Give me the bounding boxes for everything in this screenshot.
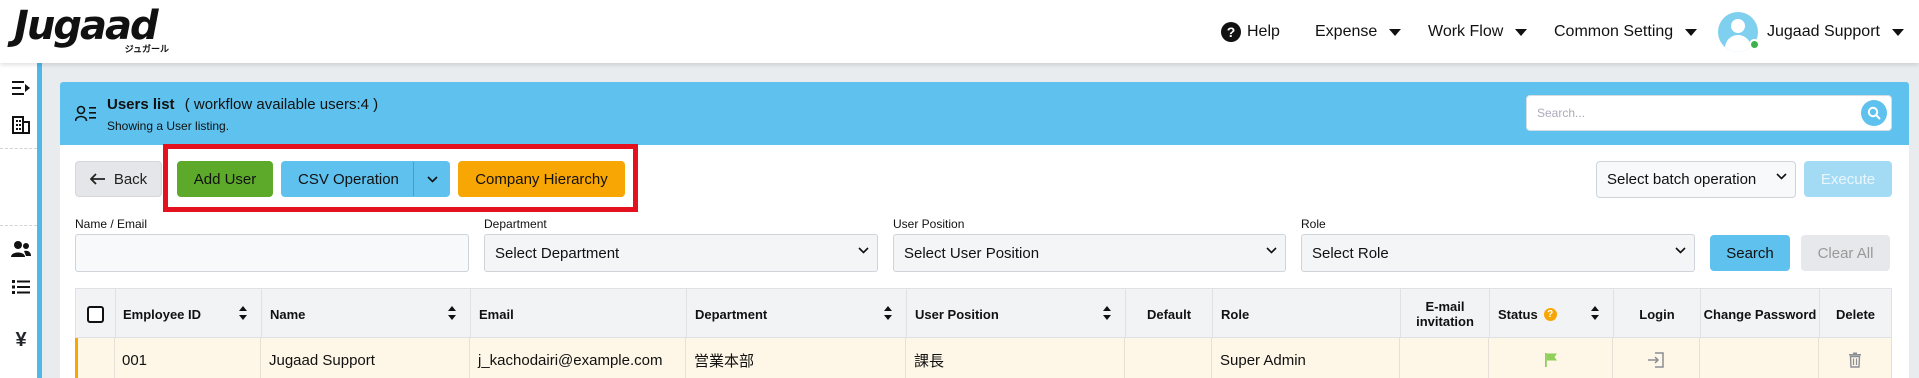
th-employee-id[interactable]: Employee ID (116, 289, 262, 339)
caret-down-icon (1389, 28, 1402, 36)
cell-status (1489, 338, 1613, 378)
common-setting-label: Common Setting (1554, 23, 1674, 40)
yen-icon[interactable]: ¥ (10, 329, 32, 351)
batch-operation-select[interactable]: Select batch operation (1596, 161, 1796, 198)
back-button[interactable]: Back (75, 161, 162, 197)
header-search-input[interactable] (1527, 96, 1847, 130)
execute-button[interactable]: Execute (1804, 161, 1892, 197)
name-email-label: Name / Email (75, 217, 148, 231)
user-position-select[interactable]: Select User Position (893, 234, 1286, 272)
card-header: Users list ( workflow available users:4 … (60, 82, 1909, 145)
chevron-down-icon (1675, 247, 1686, 254)
cell-user-position: 課長 (906, 338, 1125, 378)
chevron-down-icon (1266, 247, 1277, 254)
cell-login (1613, 338, 1700, 378)
row-checkbox-cell (78, 338, 115, 378)
search-icon[interactable] (1861, 100, 1887, 126)
expense-label: Expense (1315, 23, 1378, 40)
collapse-menu-icon[interactable] (10, 77, 32, 99)
select-all-checkbox-cell (76, 289, 116, 339)
page-subtitle: Showing a User listing. (107, 119, 230, 133)
users-card: Users list ( workflow available users:4 … (60, 82, 1909, 378)
select-all-checkbox[interactable] (87, 305, 104, 323)
page-title-text: Users list (107, 96, 175, 113)
th-default: Default (1126, 289, 1213, 339)
cell-department: 営業本部 (686, 338, 906, 378)
cell-email-invitation (1400, 338, 1489, 378)
department-label: Department (484, 217, 547, 231)
users-icon[interactable] (10, 238, 32, 260)
th-delete: Delete (1835, 306, 1876, 322)
sort-icon (884, 306, 892, 320)
flag-icon[interactable] (1544, 352, 1558, 368)
help-link[interactable]: ? Help (1221, 20, 1280, 44)
cell-change-password (1700, 338, 1819, 378)
sort-icon (239, 306, 247, 320)
left-sidebar: ¥ (0, 63, 42, 378)
role-label: Role (1301, 217, 1326, 231)
help-icon: ? (1221, 22, 1241, 42)
name-email-input[interactable] (75, 234, 469, 272)
sort-icon (1103, 306, 1111, 320)
page-title: Users list ( workflow available users:4 … (107, 96, 378, 113)
expense-menu[interactable]: Expense (1315, 20, 1402, 44)
workflow-label: Work Flow (1428, 23, 1504, 40)
caret-down-icon (1515, 28, 1528, 36)
user-menu[interactable]: Jugaad Support (1767, 20, 1904, 44)
cell-employee-id: 001 (115, 338, 261, 378)
back-label: Back (113, 170, 148, 188)
th-email: Email (471, 289, 687, 339)
header-search-box (1526, 95, 1892, 131)
th-status[interactable]: Status ? (1490, 289, 1614, 339)
common-setting-menu[interactable]: Common Setting (1554, 20, 1698, 44)
caret-down-icon (1685, 28, 1698, 36)
chevron-down-icon (1776, 173, 1787, 180)
page-title-count: ( workflow available users:4 ) (184, 96, 379, 113)
top-navbar: Jugaad ジュガール ? Help Expense Work Flow Co… (0, 0, 1919, 63)
trash-icon[interactable] (1848, 352, 1862, 368)
department-value: Select Department (495, 244, 620, 262)
th-login: Login (1614, 289, 1701, 339)
sort-icon (448, 306, 456, 320)
role-select[interactable]: Select Role (1301, 234, 1695, 272)
building-icon[interactable] (10, 113, 32, 135)
th-user-position[interactable]: User Position (907, 289, 1126, 339)
cell-name: Jugaad Support (261, 338, 470, 378)
clear-all-button[interactable]: Clear All (1801, 235, 1890, 271)
user-position-label: User Position (893, 217, 965, 231)
user-name: Jugaad Support (1767, 23, 1880, 40)
table-row[interactable]: 001 Jugaad Support j_kachodairi@example.… (75, 338, 1892, 378)
sort-icon (1591, 306, 1599, 320)
app-logo[interactable]: Jugaad ジュガール (14, 6, 169, 54)
logo-subtext: ジュガール (124, 44, 169, 54)
cell-default (1125, 338, 1212, 378)
cell-role: Super Admin (1212, 338, 1400, 378)
table-header: Employee ID Name Email Department User P… (75, 288, 1892, 339)
arrow-left-icon (89, 173, 105, 185)
th-email-invitation: E-mail invitation (1401, 289, 1490, 339)
th-change-password: Change Password (1701, 289, 1820, 339)
logo-text: Jugaad (14, 3, 159, 49)
search-button[interactable]: Search (1710, 235, 1790, 271)
login-icon[interactable] (1647, 352, 1665, 368)
chevron-down-icon (858, 247, 869, 254)
batch-operation-value: Select batch operation (1607, 171, 1757, 188)
user-position-value: Select User Position (904, 244, 1040, 262)
workflow-menu[interactable]: Work Flow (1428, 20, 1528, 44)
department-select[interactable]: Select Department (484, 234, 878, 272)
caret-down-icon (1891, 28, 1904, 36)
question-icon[interactable]: ? (1543, 307, 1557, 321)
user-list-icon (74, 104, 97, 124)
th-name[interactable]: Name (262, 289, 471, 339)
th-department[interactable]: Department (687, 289, 907, 339)
highlight-annotation (163, 144, 638, 212)
role-value: Select Role (1312, 244, 1389, 262)
list-icon[interactable] (10, 276, 32, 298)
th-role: Role (1213, 289, 1401, 339)
online-status-dot (1749, 39, 1760, 50)
cell-email: j_kachodairi@example.com (470, 338, 686, 378)
help-label: Help (1247, 23, 1280, 40)
cell-delete (1819, 338, 1890, 378)
